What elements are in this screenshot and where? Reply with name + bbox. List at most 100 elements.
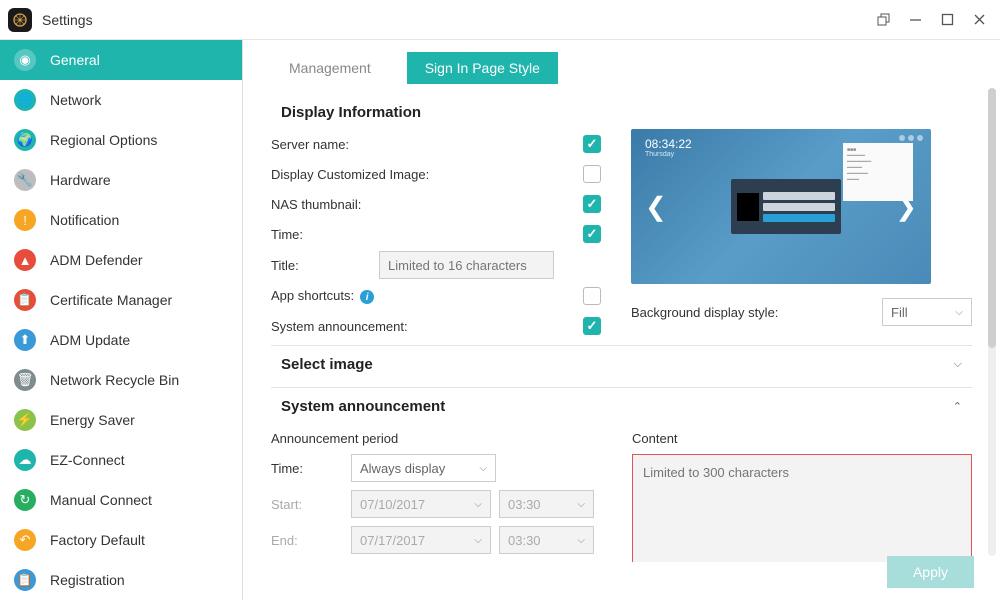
window-title: Settings — [42, 12, 93, 28]
sidebar-item-adm-update-icon: ⬆ — [14, 329, 36, 351]
content-pane: Management Sign In Page Style Display In… — [243, 40, 1000, 600]
sidebar-item-hardware[interactable]: 🔧 Hardware — [0, 160, 242, 200]
info-icon[interactable]: i — [360, 290, 374, 304]
label-system-announcement: System announcement: — [271, 319, 451, 334]
checkbox-custom-image[interactable] — [583, 165, 601, 183]
sidebar-item-certificate-manager[interactable]: 📋 Certificate Manager — [0, 280, 242, 320]
chevron-down-icon: ⌵ — [479, 463, 487, 474]
sidebar-item-adm-defender[interactable]: ▲ ADM Defender — [0, 240, 242, 280]
select-start-time[interactable]: 03:30⌵ — [499, 490, 594, 518]
sidebar-item-registration[interactable]: 📋 Registration — [0, 560, 242, 600]
label-time: Time: — [271, 227, 451, 242]
label-end: End: — [271, 533, 351, 548]
sidebar-item-general-icon: ◉ — [14, 49, 36, 71]
checkbox-app-shortcuts[interactable] — [583, 287, 601, 305]
checkbox-server-name[interactable] — [583, 135, 601, 153]
sidebar: ◉ General 🌐 Network 🌍 Regional Options 🔧 Hardwa… — [0, 40, 243, 600]
chevron-down-icon: ⌵ — [954, 358, 962, 371]
chevron-down-icon: ⌵ — [474, 535, 482, 546]
label-nas-thumbnail: NAS thumbnail: — [271, 197, 451, 212]
sidebar-item-recycle-bin[interactable]: 🗑 Network Recycle Bin — [0, 360, 242, 400]
preview-announcement-box: ■■■━━━━━━━━━━━━━━━━━━━━━━━━━━━━━━ — [843, 143, 913, 201]
accordion-select-image[interactable]: Select image ⌵ — [271, 346, 972, 383]
label-server-name: Server name: — [271, 137, 451, 152]
textarea-content[interactable] — [632, 454, 972, 562]
sidebar-item-manual-connect[interactable]: ↻ Manual Connect — [0, 480, 242, 520]
sidebar-item-label: Energy Saver — [50, 412, 135, 428]
chevron-down-icon: ⌵ — [955, 307, 963, 318]
select-end-date[interactable]: 07/17/2017⌵ — [351, 526, 491, 554]
sidebar-item-hardware-icon: 🔧 — [14, 169, 36, 191]
sidebar-item-label: Manual Connect — [50, 492, 152, 508]
sidebar-item-label: Regional Options — [50, 132, 157, 148]
sidebar-item-factory-default[interactable]: ↶ Factory Default — [0, 520, 242, 560]
sidebar-item-notification-icon: ! — [14, 209, 36, 231]
checkbox-nas-thumbnail[interactable] — [583, 195, 601, 213]
chevron-down-icon: ⌵ — [577, 499, 585, 510]
checkbox-system-announcement[interactable] — [583, 317, 601, 335]
sidebar-item-label: Network Recycle Bin — [50, 372, 179, 388]
sidebar-item-label: ADM Update — [50, 332, 130, 348]
sidebar-item-label: EZ-Connect — [50, 452, 125, 468]
app-icon — [8, 8, 32, 32]
sidebar-item-regional-icon: 🌍 — [14, 129, 36, 151]
select-end-time[interactable]: 03:30⌵ — [499, 526, 594, 554]
sidebar-item-energy-saver[interactable]: ⚡ Energy Saver — [0, 400, 242, 440]
sidebar-item-general[interactable]: ◉ General — [0, 40, 242, 80]
section-display-information: Display Information — [271, 94, 972, 129]
sidebar-item-adm-update[interactable]: ⬆ ADM Update — [0, 320, 242, 360]
sidebar-item-adm-defender-icon: ▲ — [14, 249, 36, 271]
label-period-time: Time: — [271, 461, 351, 476]
sidebar-item-factory-default-icon: ↶ — [14, 529, 36, 551]
label-custom-image: Display Customized Image: — [271, 167, 451, 182]
apply-button[interactable]: Apply — [887, 556, 974, 588]
label-start: Start: — [271, 497, 351, 512]
chevron-up-icon: ⌃ — [953, 400, 962, 413]
select-start-date[interactable]: 07/10/2017⌵ — [351, 490, 491, 518]
select-bg-style[interactable]: Fill⌵ — [882, 298, 972, 326]
sidebar-item-energy-saver-icon: ⚡ — [14, 409, 36, 431]
sidebar-item-certificate-manager-icon: 📋 — [14, 289, 36, 311]
label-app-shortcuts: App shortcuts:i — [271, 288, 451, 305]
sidebar-item-label: Notification — [50, 212, 119, 228]
scrollbar[interactable] — [988, 88, 996, 556]
sidebar-item-label: Hardware — [50, 172, 111, 188]
sidebar-item-regional[interactable]: 🌍 Regional Options — [0, 120, 242, 160]
maximize-icon[interactable] — [940, 13, 954, 27]
preview-login-box — [731, 179, 841, 234]
sidebar-item-label: Certificate Manager — [50, 292, 172, 308]
sidebar-item-ez-connect[interactable]: ☁ EZ-Connect — [0, 440, 242, 480]
select-period-time[interactable]: Always display⌵ — [351, 454, 496, 482]
tab-management[interactable]: Management — [271, 52, 389, 84]
preview-prev-icon[interactable]: ❮ — [637, 183, 675, 230]
chevron-down-icon: ⌵ — [577, 535, 585, 546]
sidebar-item-label: Factory Default — [50, 532, 145, 548]
label-title: Title: — [271, 258, 379, 273]
sidebar-item-registration-icon: 📋 — [14, 569, 36, 591]
close-icon[interactable] — [972, 13, 986, 27]
accordion-system-announcement[interactable]: System announcement ⌃ — [271, 388, 972, 425]
sidebar-item-network-icon: 🌐 — [14, 89, 36, 111]
sidebar-item-notification[interactable]: ! Notification — [0, 200, 242, 240]
tab-signin-style[interactable]: Sign In Page Style — [407, 52, 558, 84]
chevron-down-icon: ⌵ — [474, 499, 482, 510]
titlebar: Settings — [0, 0, 1000, 40]
restore-down-icon[interactable] — [876, 13, 890, 27]
sidebar-item-label: ADM Defender — [50, 252, 143, 268]
label-content: Content — [632, 431, 972, 446]
minimize-icon[interactable] — [908, 13, 922, 27]
sidebar-item-ez-connect-icon: ☁ — [14, 449, 36, 471]
input-title[interactable] — [379, 251, 554, 279]
label-bg-style: Background display style: — [631, 305, 882, 320]
sidebar-item-recycle-bin-icon: 🗑 — [14, 369, 36, 391]
sidebar-item-label: Registration — [50, 572, 125, 588]
sidebar-item-network[interactable]: 🌐 Network — [0, 80, 242, 120]
sidebar-item-label: Network — [50, 92, 101, 108]
tabs: Management Sign In Page Style — [271, 40, 982, 94]
preview-time: 08:34:22Thursday — [645, 137, 692, 158]
sidebar-item-manual-connect-icon: ↻ — [14, 489, 36, 511]
login-preview: 08:34:22Thursday ❮ ❯ ■■■━━━━━━━━━━━━━━━━… — [631, 129, 931, 284]
checkbox-time[interactable] — [583, 225, 601, 243]
label-period: Announcement period — [271, 431, 602, 446]
sidebar-item-label: General — [50, 52, 100, 68]
